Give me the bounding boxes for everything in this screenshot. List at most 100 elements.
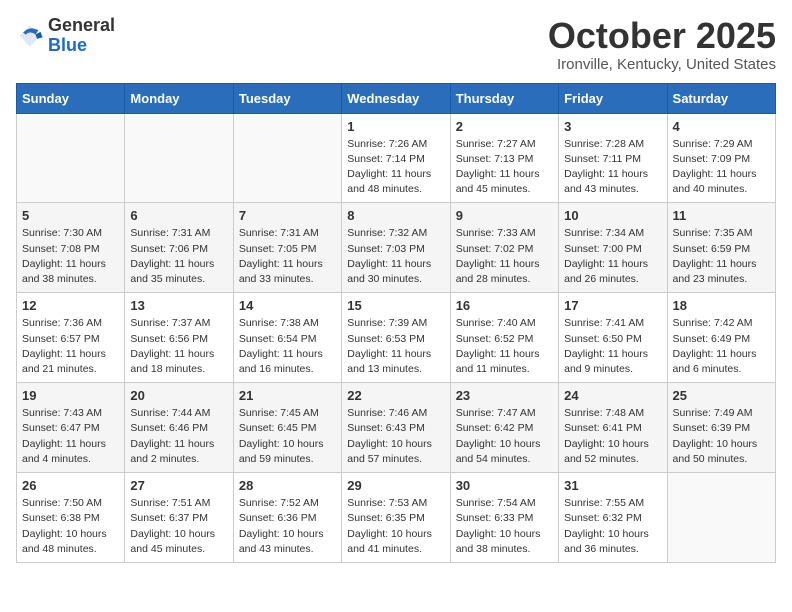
calendar-cell: 16Sunrise: 7:40 AM Sunset: 6:52 PM Dayli… [450,293,558,383]
day-number: 29 [347,478,444,493]
day-info: Sunrise: 7:38 AM Sunset: 6:54 PM Dayligh… [239,316,336,377]
day-number: 1 [347,119,444,134]
calendar-cell: 24 Sunrise: 7:48 AM Sunset: 6:41 PM Dayli… [559,383,667,473]
header-day: Monday [125,83,233,113]
calendar-cell: 14Sunrise: 7:38 AM Sunset: 6:54 PM Dayli… [233,293,341,383]
day-number: 4 [673,119,770,134]
day-info: Sunrise: 7:27 AM Sunset: 7:13 PM Dayligh… [456,137,553,198]
day-info: Sunrise: 7:55 AM Sunset: 6:32 PM Dayligh… [564,496,661,557]
day-info: Sunrise: 7:29 AM Sunset: 7:09 PM Dayligh… [673,137,770,198]
calendar-cell: 30Sunrise: 7:54 AM Sunset: 6:33 PM Dayli… [450,473,558,563]
calendar-header: SundayMondayTuesdayWednesdayThursdayFrid… [17,83,776,113]
calendar-week: 19 Sunrise: 7:43 AM Sunset: 6:47 PM Dayli… [17,383,776,473]
calendar-cell: 3Sunrise: 7:28 AM Sunset: 7:11 PM Daylig… [559,113,667,203]
day-number: 19 [22,388,119,403]
day-info: Sunrise: 7:34 AM Sunset: 7:00 PM Dayligh… [564,226,661,287]
day-number: 18 [673,298,770,313]
day-info: Sunrise: 7:46 AM Sunset: 6:43 PM Dayligh… [347,406,444,467]
title-block: October 2025 Ironville, Kentucky, United… [548,16,776,73]
day-info: Sunrise: 7:51 AM Sunset: 6:37 PM Dayligh… [130,496,227,557]
month-title: October 2025 [548,16,776,56]
day-info: Sunrise: 7:33 AM Sunset: 7:02 PM Dayligh… [456,226,553,287]
header-day: Sunday [17,83,125,113]
calendar-cell: 13 Sunrise: 7:37 AM Sunset: 6:56 PM Dayli… [125,293,233,383]
day-number: 2 [456,119,553,134]
calendar-cell: 25 Sunrise: 7:49 AM Sunset: 6:39 PM Dayli… [667,383,775,473]
day-number: 11 [673,208,770,223]
page-header: General Blue October 2025 Ironville, Ken… [16,16,776,73]
calendar-cell: 8 Sunrise: 7:32 AM Sunset: 7:03 PM Daylig… [342,203,450,293]
day-info: Sunrise: 7:39 AM Sunset: 6:53 PM Dayligh… [347,316,444,377]
calendar-cell: 19 Sunrise: 7:43 AM Sunset: 6:47 PM Dayli… [17,383,125,473]
day-info: Sunrise: 7:44 AM Sunset: 6:46 PM Dayligh… [130,406,227,467]
day-number: 16 [456,298,553,313]
day-number: 28 [239,478,336,493]
logo-blue: Blue [48,35,87,55]
day-info: Sunrise: 7:30 AM Sunset: 7:08 PM Dayligh… [22,226,119,287]
calendar-cell: 18Sunrise: 7:42 AM Sunset: 6:49 PM Dayli… [667,293,775,383]
day-info: Sunrise: 7:35 AM Sunset: 6:59 PM Dayligh… [673,226,770,287]
day-number: 24 [564,388,661,403]
calendar-week: 5Sunrise: 7:30 AM Sunset: 7:08 PM Daylig… [17,203,776,293]
day-info: Sunrise: 7:41 AM Sunset: 6:50 PM Dayligh… [564,316,661,377]
calendar-cell: 21 Sunrise: 7:45 AM Sunset: 6:45 PM Dayli… [233,383,341,473]
calendar-cell: 22 Sunrise: 7:46 AM Sunset: 6:43 PM Dayli… [342,383,450,473]
logo-general: General [48,15,115,35]
day-number: 21 [239,388,336,403]
day-number: 27 [130,478,227,493]
logo-text: General Blue [48,16,115,56]
calendar-cell: 9 Sunrise: 7:33 AM Sunset: 7:02 PM Daylig… [450,203,558,293]
day-info: Sunrise: 7:37 AM Sunset: 6:56 PM Dayligh… [130,316,227,377]
calendar-body: 1Sunrise: 7:26 AM Sunset: 7:14 PM Daylig… [17,113,776,562]
calendar-week: 12Sunrise: 7:36 AM Sunset: 6:57 PM Dayli… [17,293,776,383]
calendar-cell: 15Sunrise: 7:39 AM Sunset: 6:53 PM Dayli… [342,293,450,383]
day-info: Sunrise: 7:45 AM Sunset: 6:45 PM Dayligh… [239,406,336,467]
day-info: Sunrise: 7:36 AM Sunset: 6:57 PM Dayligh… [22,316,119,377]
day-number: 7 [239,208,336,223]
calendar-cell: 31 Sunrise: 7:55 AM Sunset: 6:32 PM Dayli… [559,473,667,563]
day-info: Sunrise: 7:31 AM Sunset: 7:05 PM Dayligh… [239,226,336,287]
calendar-cell: 17 Sunrise: 7:41 AM Sunset: 6:50 PM Dayli… [559,293,667,383]
day-number: 31 [564,478,661,493]
calendar-cell: 6 Sunrise: 7:31 AM Sunset: 7:06 PM Daylig… [125,203,233,293]
day-info: Sunrise: 7:32 AM Sunset: 7:03 PM Dayligh… [347,226,444,287]
day-number: 6 [130,208,227,223]
calendar-cell [667,473,775,563]
header-day: Friday [559,83,667,113]
calendar-cell: 4 Sunrise: 7:29 AM Sunset: 7:09 PM Daylig… [667,113,775,203]
day-number: 22 [347,388,444,403]
day-info: Sunrise: 7:49 AM Sunset: 6:39 PM Dayligh… [673,406,770,467]
calendar-cell: 29 Sunrise: 7:53 AM Sunset: 6:35 PM Dayli… [342,473,450,563]
location: Ironville, Kentucky, United States [548,56,776,73]
calendar-cell [17,113,125,203]
calendar-cell: 7 Sunrise: 7:31 AM Sunset: 7:05 PM Daylig… [233,203,341,293]
calendar-cell [233,113,341,203]
header-day: Thursday [450,83,558,113]
header-day: Tuesday [233,83,341,113]
logo: General Blue [16,16,115,56]
day-info: Sunrise: 7:53 AM Sunset: 6:35 PM Dayligh… [347,496,444,557]
calendar-cell: 12Sunrise: 7:36 AM Sunset: 6:57 PM Dayli… [17,293,125,383]
calendar-cell: 27 Sunrise: 7:51 AM Sunset: 6:37 PM Dayli… [125,473,233,563]
day-info: Sunrise: 7:48 AM Sunset: 6:41 PM Dayligh… [564,406,661,467]
calendar-cell: 2 Sunrise: 7:27 AM Sunset: 7:13 PM Daylig… [450,113,558,203]
calendar-cell: 10Sunrise: 7:34 AM Sunset: 7:00 PM Dayli… [559,203,667,293]
day-number: 26 [22,478,119,493]
calendar-cell: 20 Sunrise: 7:44 AM Sunset: 6:46 PM Dayli… [125,383,233,473]
day-info: Sunrise: 7:31 AM Sunset: 7:06 PM Dayligh… [130,226,227,287]
calendar-cell: 5Sunrise: 7:30 AM Sunset: 7:08 PM Daylig… [17,203,125,293]
header-row: SundayMondayTuesdayWednesdayThursdayFrid… [17,83,776,113]
day-number: 9 [456,208,553,223]
day-number: 13 [130,298,227,313]
calendar-cell: 1Sunrise: 7:26 AM Sunset: 7:14 PM Daylig… [342,113,450,203]
calendar-table: SundayMondayTuesdayWednesdayThursdayFrid… [16,83,776,563]
day-number: 30 [456,478,553,493]
day-number: 17 [564,298,661,313]
day-info: Sunrise: 7:43 AM Sunset: 6:47 PM Dayligh… [22,406,119,467]
day-number: 8 [347,208,444,223]
day-number: 25 [673,388,770,403]
calendar-cell: 26Sunrise: 7:50 AM Sunset: 6:38 PM Dayli… [17,473,125,563]
day-number: 20 [130,388,227,403]
calendar-week: 26Sunrise: 7:50 AM Sunset: 6:38 PM Dayli… [17,473,776,563]
day-info: Sunrise: 7:28 AM Sunset: 7:11 PM Dayligh… [564,137,661,198]
